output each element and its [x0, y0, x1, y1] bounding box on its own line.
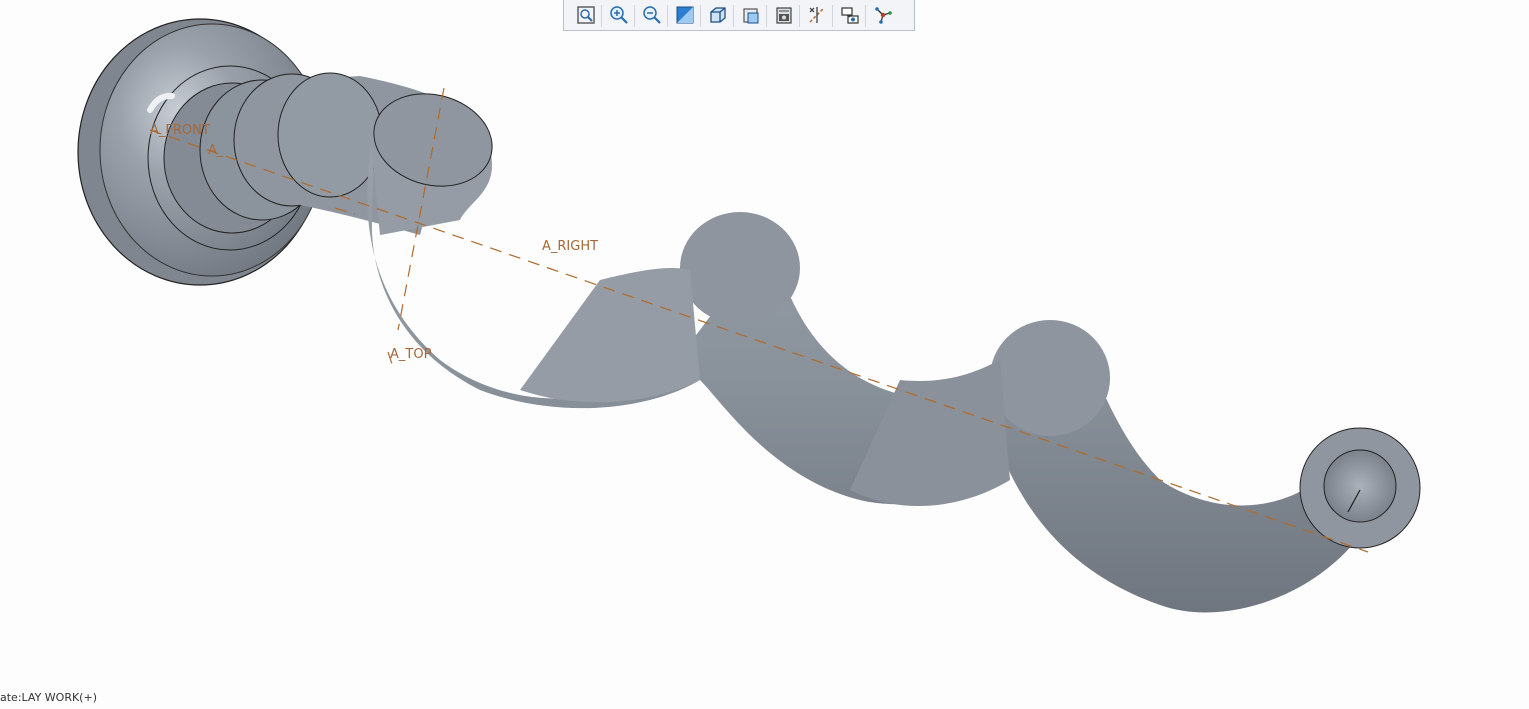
datum-display-button[interactable] [800, 1, 833, 30]
saved-orientations-icon [742, 8, 758, 24]
display-style-button[interactable] [701, 1, 734, 30]
repaint-button[interactable] [668, 1, 701, 30]
coil [367, 93, 1370, 613]
helical-pipe-model [77, 18, 1421, 613]
axis-label-right: A_RIGHT [542, 239, 598, 254]
axis-label-top: A_TOP [390, 347, 432, 362]
saved-orientations-button[interactable] [734, 1, 767, 30]
datum-display-icon [808, 7, 825, 23]
zoom-in-icon [609, 6, 628, 24]
annotation-display-icon [840, 7, 859, 24]
display-style-icon [709, 7, 726, 23]
annotation-display-button[interactable] [833, 1, 866, 30]
axis-label-partial: A_ [208, 143, 224, 158]
spin-center-button[interactable] [866, 1, 899, 30]
model-canvas[interactable]: A_FRONT A_ A_RIGHT A_TOP [0, 0, 1529, 704]
refit-button[interactable] [569, 1, 602, 30]
view-toolbar [563, 0, 915, 31]
zoom-out-button[interactable] [635, 1, 668, 30]
repaint-icon [676, 6, 693, 24]
view-manager-icon [775, 7, 792, 24]
graphics-window[interactable]: A_FRONT A_ A_RIGHT A_TOP [0, 0, 1529, 704]
status-text: ate:LAY WORK(+) [0, 691, 97, 704]
zoom-in-button[interactable] [602, 1, 635, 30]
zoom-out-icon [642, 6, 661, 24]
refit-icon [576, 6, 595, 24]
axis-label-front: A_FRONT [150, 123, 210, 138]
spin-center-icon [874, 7, 892, 24]
pipe-end [1299, 427, 1421, 549]
view-manager-button[interactable] [767, 1, 800, 30]
